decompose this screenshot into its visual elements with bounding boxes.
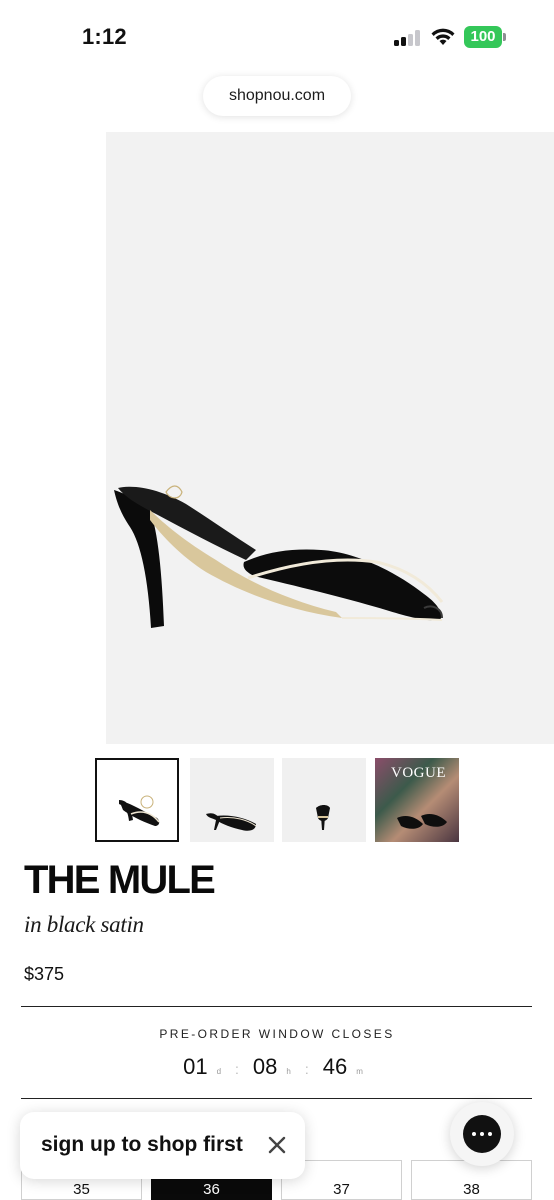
thumbnail-2[interactable] (190, 758, 274, 842)
size-label: 38 (463, 1180, 480, 1198)
size-label: 35 (73, 1180, 90, 1198)
editorial-shoe-icon (397, 814, 447, 829)
mule-back-view-icon (316, 805, 330, 830)
cellular-signal-icon (394, 30, 422, 46)
mule-shoe-image (114, 485, 444, 628)
countdown-days: 01 (183, 1054, 208, 1079)
url-text: shopnou.com (228, 87, 326, 104)
countdown-minutes-unit: m (356, 1067, 363, 1076)
product-hero-image[interactable] (106, 132, 554, 744)
countdown-hours: 08 (252, 1054, 278, 1079)
countdown-timer: 01 d : 08 h : 46 m (0, 1054, 554, 1080)
signup-text: sign up to shop first (41, 1133, 243, 1156)
countdown-days-unit: d (216, 1067, 222, 1076)
thumbnail-3[interactable] (282, 758, 366, 842)
product-title: THE MULE (24, 858, 216, 902)
countdown-separator: : (304, 1061, 309, 1077)
product-subtitle: in black satin (24, 912, 144, 937)
preorder-label: PRE-ORDER WINDOW CLOSES (159, 1027, 395, 1041)
divider (21, 1098, 532, 1099)
battery-icon: 100 (464, 26, 506, 48)
mule-side-view-icon (119, 795, 160, 826)
signup-banner[interactable]: sign up to shop first (20, 1112, 305, 1179)
size-option-38[interactable]: 38 (411, 1160, 532, 1200)
url-bar[interactable]: shopnou.com (203, 76, 351, 116)
chat-icon (463, 1115, 501, 1153)
thumbnail-1[interactable] (95, 758, 179, 842)
chat-button[interactable] (450, 1102, 514, 1166)
divider (21, 1006, 532, 1007)
thumbnail-4[interactable]: VOGUE (375, 758, 459, 842)
countdown-separator: : (235, 1061, 239, 1077)
size-label: 37 (333, 1180, 350, 1198)
countdown-minutes: 46 (322, 1054, 348, 1079)
status-time: 1:12 (82, 24, 127, 49)
size-label: 36 (203, 1180, 220, 1198)
product-price: $375 (24, 964, 65, 984)
close-icon[interactable] (266, 1134, 288, 1156)
countdown-hours-unit: h (286, 1067, 291, 1076)
mule-angle-view-icon (206, 813, 257, 831)
wifi-icon (431, 28, 455, 45)
battery-level: 100 (464, 26, 502, 48)
